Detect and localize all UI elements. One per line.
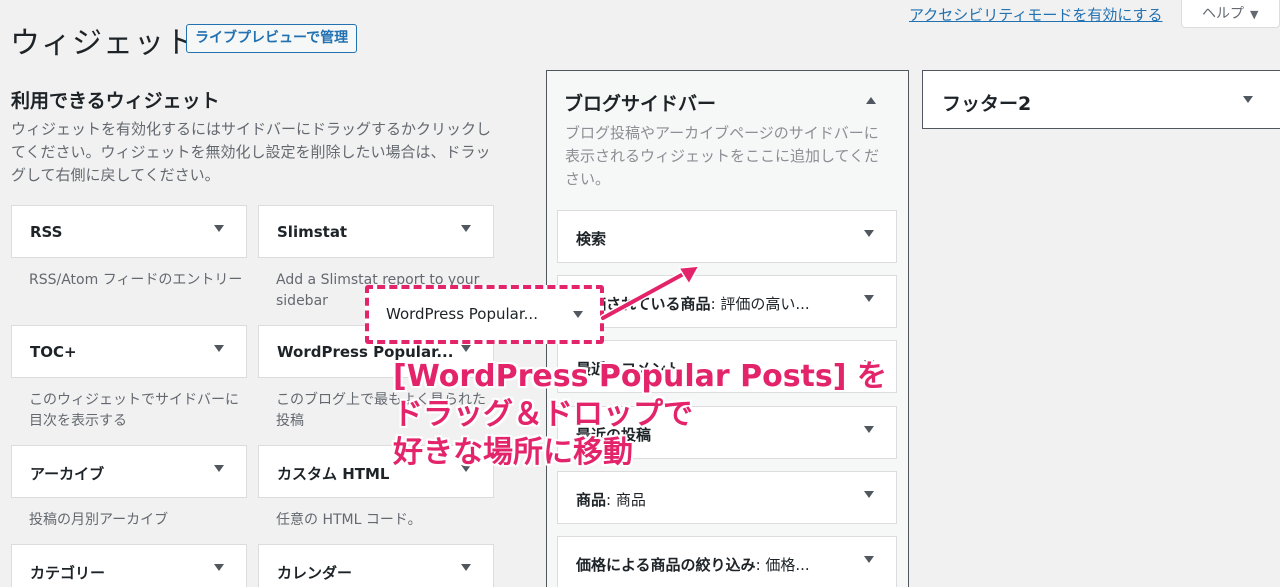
widget-title: TOC+ — [30, 343, 77, 361]
widget-subtitle: : 評価の高い... — [710, 295, 810, 313]
widget-toc[interactable]: TOC+ — [11, 325, 247, 378]
annotation-line: [WordPress Popular Posts] を — [393, 359, 887, 394]
chevron-down-icon[interactable] — [461, 345, 471, 352]
widget-rss[interactable]: RSS — [11, 205, 247, 258]
annotation-line: ドラッグ＆ドロップで — [393, 397, 693, 432]
live-preview-button[interactable]: ライブプレビューで管理 — [186, 24, 358, 53]
page-title: ウィジェット — [10, 26, 196, 61]
chevron-down-icon[interactable] — [461, 225, 471, 232]
chevron-down-icon[interactable] — [214, 465, 224, 472]
widget-calendar[interactable]: カレンダー — [258, 544, 494, 587]
available-widgets-description: ウィジェットを有効化するにはサイドバーにドラッグするかクリックしてください。ウィ… — [11, 120, 492, 184]
widget-title: 商品 — [576, 491, 607, 509]
sidebar-widget-price-filter[interactable]: 価格による商品の絞り込み: 価格... — [557, 536, 897, 587]
chevron-down-icon[interactable] — [1243, 96, 1253, 103]
widget-title: カテゴリー — [30, 564, 106, 582]
annotation-arrow-icon — [599, 265, 701, 322]
widget-description: 投稿の月別アーカイブ — [29, 512, 169, 528]
dragging-widget-label: WordPress Popular... — [386, 305, 538, 323]
widget-title: RSS — [30, 223, 63, 241]
widget-title: カスタム HTML — [277, 465, 390, 483]
blog-sidebar-description: ブログ投稿やアーカイブページのサイドバーに表示されるウィジェットをここに追加して… — [565, 124, 880, 188]
widget-archives[interactable]: アーカイブ — [11, 445, 247, 498]
widget-slimstat[interactable]: Slimstat — [258, 205, 494, 258]
sidebar-widget-search[interactable]: 検索 — [557, 210, 897, 263]
available-widgets-title: 利用できるウィジェット — [11, 90, 220, 112]
widget-description: RSS/Atom フィードのエントリー — [29, 272, 243, 288]
help-tab[interactable]: ヘルプ ▼ — [1181, 0, 1280, 28]
chevron-down-icon[interactable] — [864, 230, 874, 237]
widget-title: カレンダー — [277, 564, 353, 582]
chevron-down-icon[interactable] — [461, 564, 471, 571]
help-tab-label: ヘルプ — [1202, 6, 1244, 22]
caret-down-icon: ▼ — [1250, 8, 1259, 21]
annotation-line: 好きな場所に移動 — [393, 435, 633, 470]
widget-title: 価格による商品の絞り込み — [576, 556, 756, 574]
chevron-down-icon — [573, 311, 583, 318]
chevron-up-icon[interactable] — [866, 97, 876, 104]
sidebar-widget-products[interactable]: 商品: 商品 — [557, 471, 897, 524]
blog-sidebar-title[interactable]: ブログサイドバー — [564, 89, 716, 116]
chevron-down-icon[interactable] — [214, 564, 224, 571]
widget-subtitle: : 商品 — [606, 491, 646, 509]
chevron-down-icon[interactable] — [214, 225, 224, 232]
annotation-text: [WordPress Popular Posts] を ドラッグ＆ドロップで 好… — [393, 358, 887, 472]
widget-categories[interactable]: カテゴリー — [11, 544, 247, 587]
widget-subtitle: : 価格... — [755, 556, 810, 574]
footer2-title[interactable]: フッター2 — [942, 89, 1031, 116]
accessibility-mode-link[interactable]: アクセシビリティモードを有効にする — [909, 4, 1163, 25]
widget-description: このウィジェットでサイドバーに目次を表示する — [29, 392, 239, 429]
widget-description: 任意の HTML コード。 — [276, 512, 422, 528]
widget-title: アーカイブ — [30, 465, 105, 483]
chevron-down-icon[interactable] — [214, 345, 224, 352]
chevron-down-icon[interactable] — [864, 556, 874, 563]
widget-title: Slimstat — [277, 223, 348, 241]
chevron-down-icon[interactable] — [864, 491, 874, 498]
chevron-down-icon[interactable] — [864, 295, 874, 302]
widget-title: 検索 — [576, 230, 607, 248]
